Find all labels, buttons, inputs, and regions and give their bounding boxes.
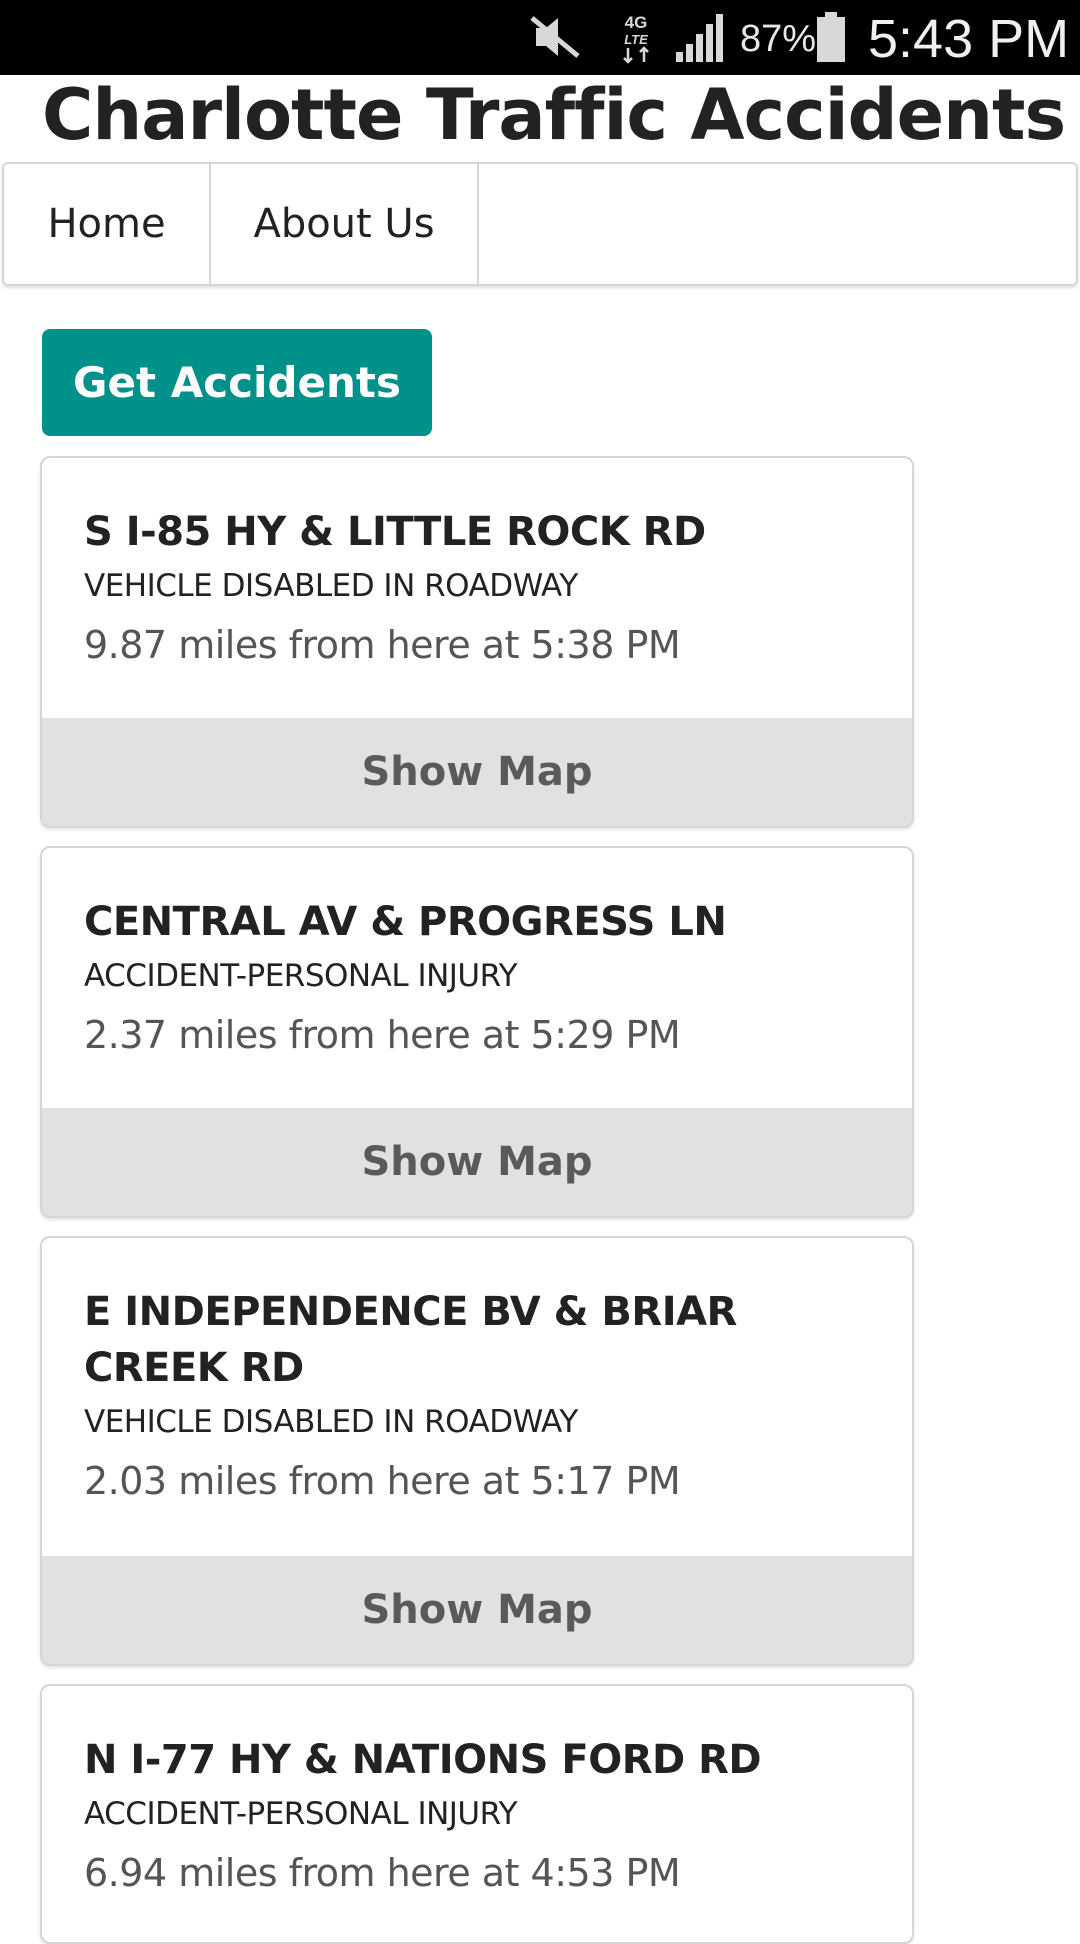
svg-text:LTE: LTE xyxy=(624,32,648,47)
accident-type: ACCIDENT-PERSONAL INJURY xyxy=(84,1796,518,1832)
accident-card: S I-85 HY & LITTLE ROCK RD VEHICLE DISAB… xyxy=(40,456,914,828)
accident-distance-time: 6.94 miles from here at 4:53 PM xyxy=(84,1851,681,1895)
mute-icon xyxy=(530,16,580,58)
lte-icon: 4G LTE xyxy=(623,13,649,64)
show-map-button[interactable]: Show Map xyxy=(42,718,912,826)
accident-type: VEHICLE DISABLED IN ROADWAY xyxy=(84,1404,578,1440)
accident-type: ACCIDENT-PERSONAL INJURY xyxy=(84,958,518,994)
status-clock: 5:43 PM xyxy=(868,9,1070,69)
accident-location: S I-85 HY & LITTLE ROCK RD xyxy=(84,509,706,555)
svg-text:4G: 4G xyxy=(625,13,648,32)
show-map-button[interactable]: Show Map xyxy=(42,1108,912,1216)
battery-icon xyxy=(817,12,845,62)
accident-location: N I-77 HY & NATIONS FORD RD xyxy=(84,1737,762,1783)
signal-icon xyxy=(676,14,723,62)
main-nav: Home About Us xyxy=(2,162,1078,286)
accident-card: CENTRAL AV & PROGRESS LN ACCIDENT-PERSON… xyxy=(40,846,914,1218)
get-accidents-button[interactable]: Get Accidents xyxy=(42,329,432,436)
accident-location: E INDEPENDENCE BV & BRIAR CREEK RD xyxy=(84,1289,737,1391)
accident-card: N I-77 HY & NATIONS FORD RD ACCIDENT-PER… xyxy=(40,1684,914,1944)
show-map-button[interactable]: Show Map xyxy=(42,1556,912,1664)
accident-card: E INDEPENDENCE BV & BRIAR CREEK RD VEHIC… xyxy=(40,1236,914,1666)
battery-percent: 87% xyxy=(740,18,817,60)
accident-location: CENTRAL AV & PROGRESS LN xyxy=(84,899,727,945)
page-title: Charlotte Traffic Accidents xyxy=(42,74,1066,156)
accident-distance-time: 2.37 miles from here at 5:29 PM xyxy=(84,1013,681,1057)
nav-item-home[interactable]: Home xyxy=(4,164,211,284)
accident-distance-time: 2.03 miles from here at 5:17 PM xyxy=(84,1459,681,1503)
accident-type: VEHICLE DISABLED IN ROADWAY xyxy=(84,568,578,604)
accident-distance-time: 9.87 miles from here at 5:38 PM xyxy=(84,623,681,667)
nav-item-about-us[interactable]: About Us xyxy=(211,164,479,284)
status-bar: 4G LTE 87% 5:43 PM xyxy=(0,0,1080,75)
